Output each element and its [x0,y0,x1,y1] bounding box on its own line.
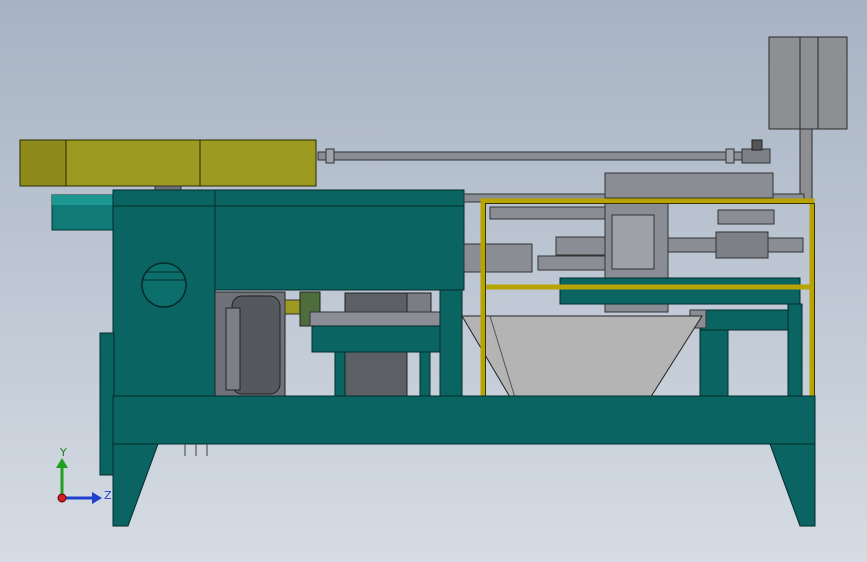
inlet-tube [51,194,117,231]
x-axis-dot [57,493,67,503]
upper-rod [317,139,771,164]
y-axis-label: Y [59,446,67,459]
base-frame [112,395,816,527]
cad-model-viewport[interactable]: Y Z [0,0,867,562]
control-box [768,36,848,200]
flywheel [214,291,321,397]
gearbox [309,289,463,397]
drive-motor [19,139,317,193]
z-axis-label: Z [104,489,112,502]
